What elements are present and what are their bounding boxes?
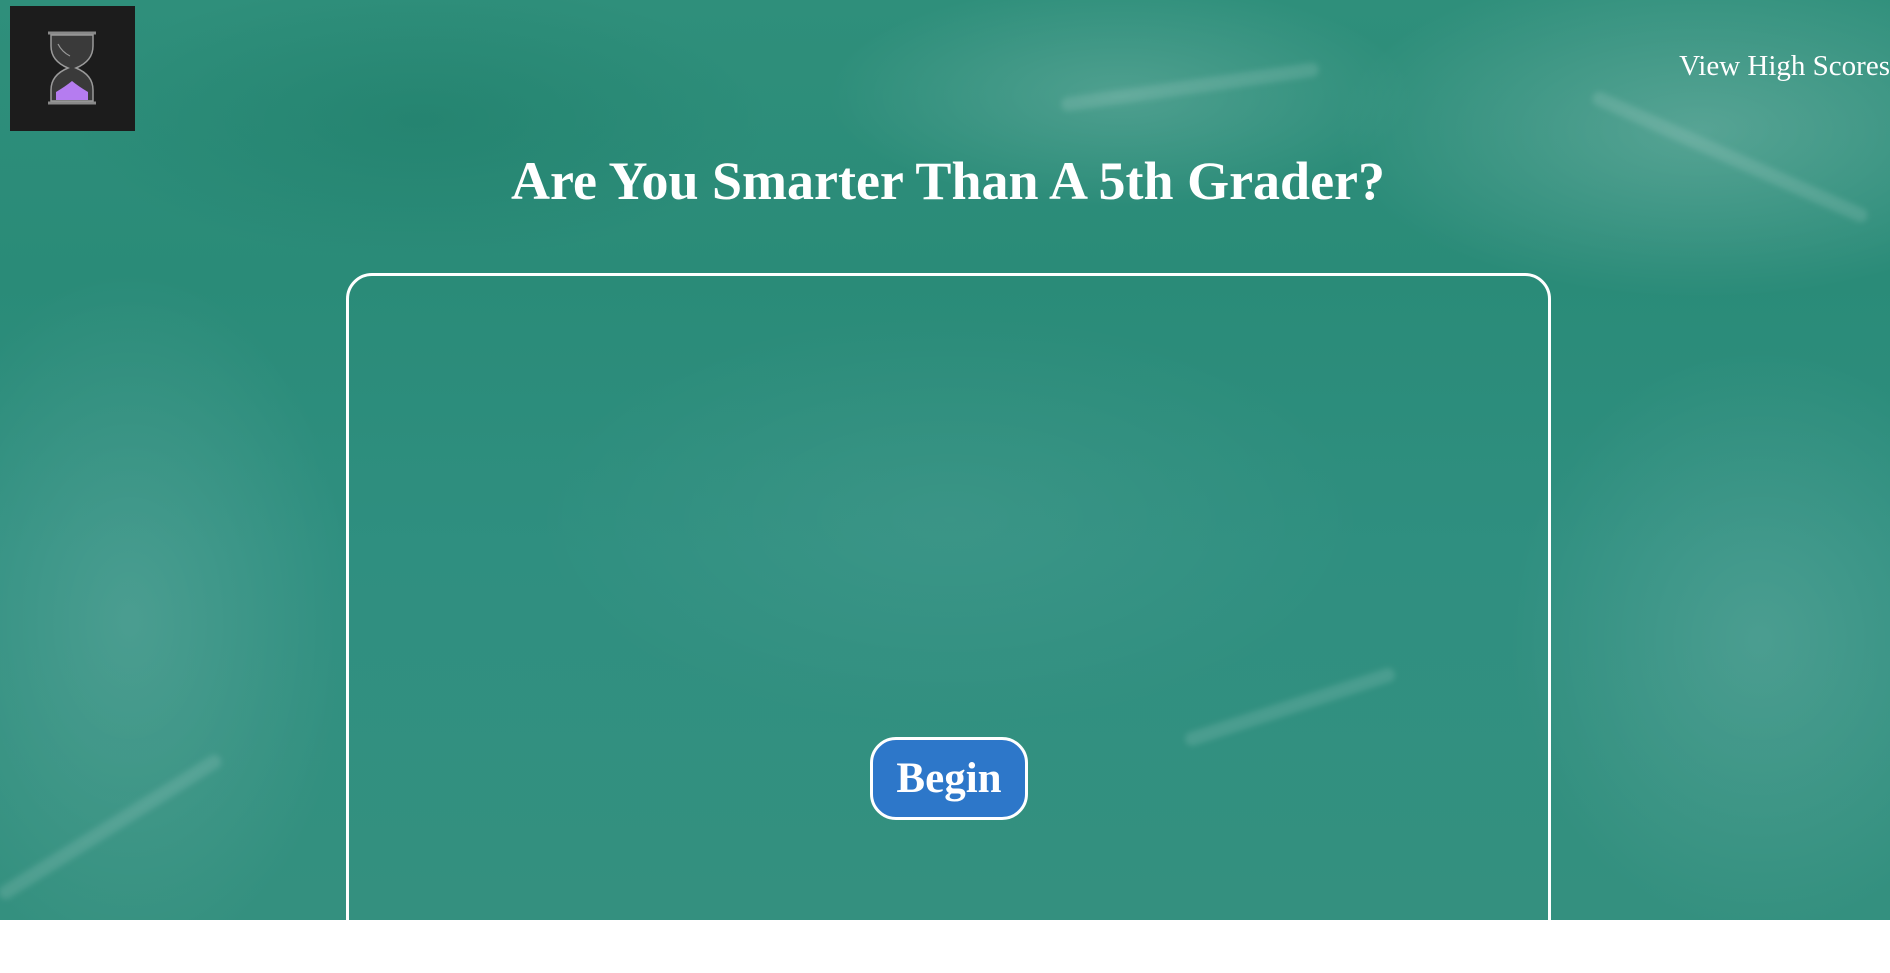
chalk-smudge: [0, 752, 224, 902]
begin-button[interactable]: Begin: [870, 737, 1028, 820]
hourglass-logo: [10, 6, 135, 131]
hourglass-icon: [10, 6, 135, 131]
quiz-container: [346, 273, 1551, 973]
view-high-scores-link[interactable]: View High Scores: [1679, 50, 1890, 83]
page-title: Are You Smarter Than A 5th Grader?: [510, 151, 1386, 211]
chalk-smudge: [1060, 61, 1320, 113]
